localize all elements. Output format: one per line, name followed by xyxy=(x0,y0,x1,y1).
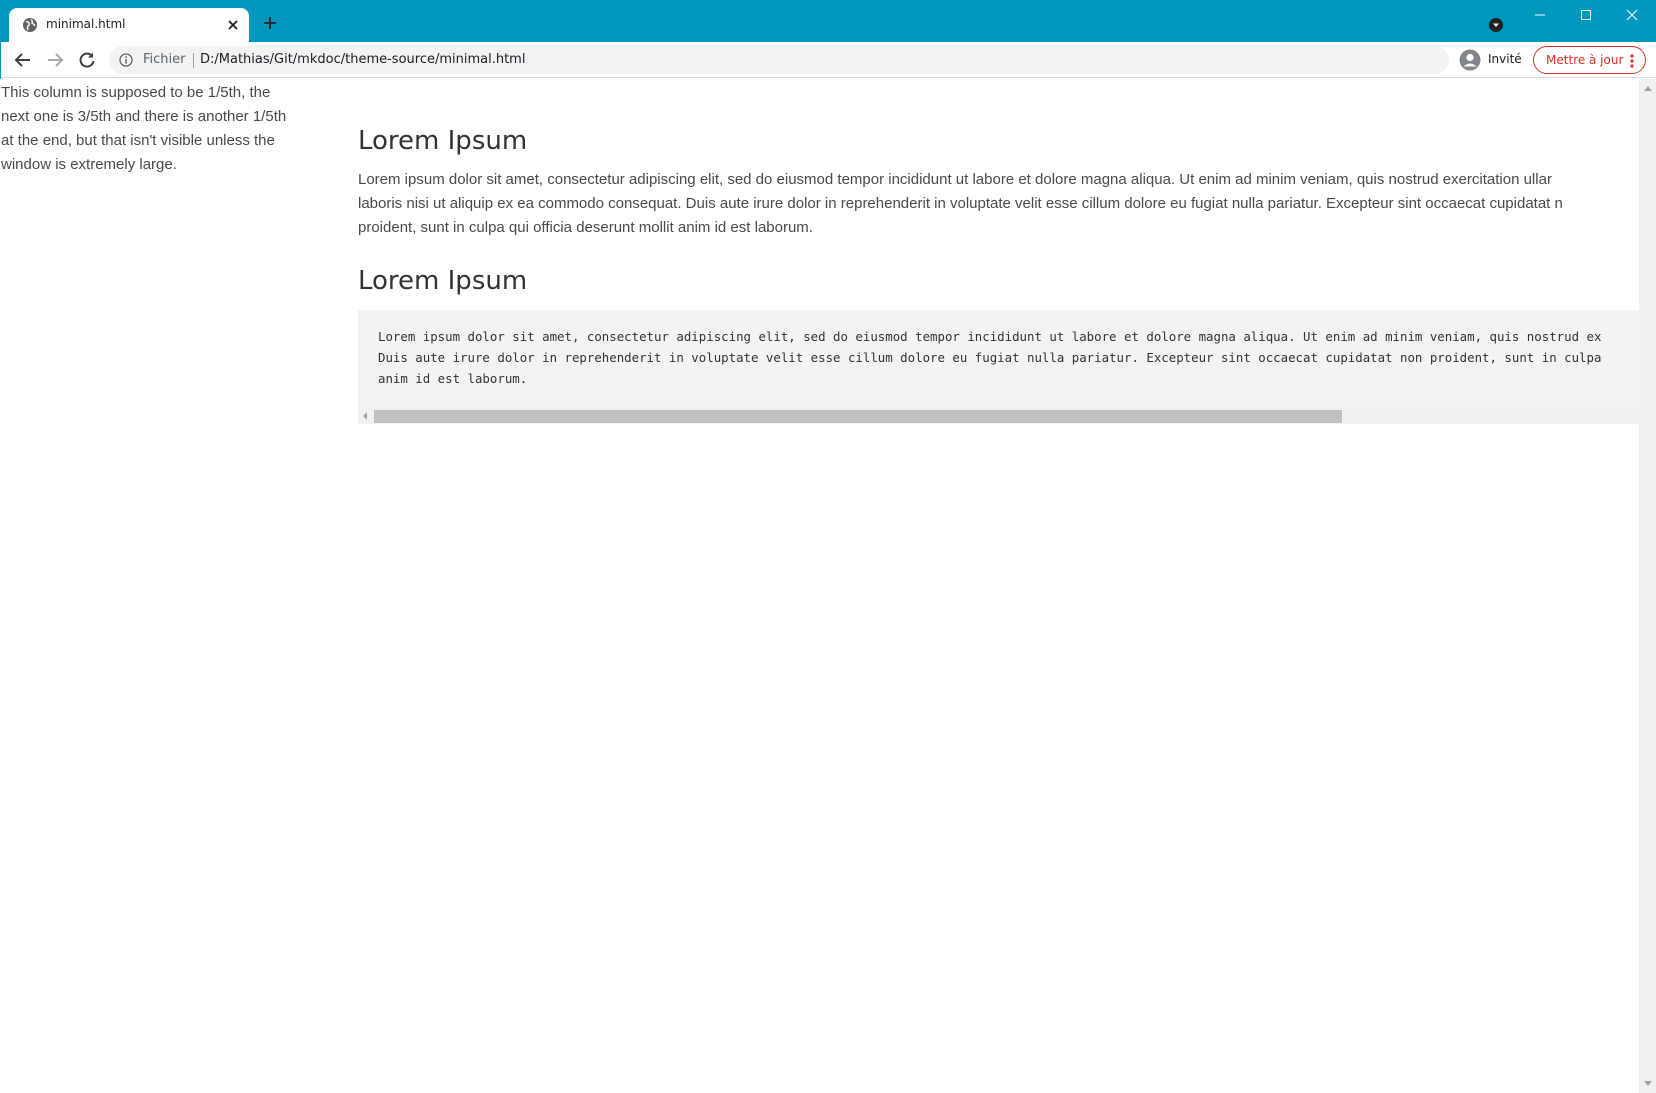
minimize-icon xyxy=(1535,14,1545,16)
main-column: Lorem Ipsum Lorem ipsum dolor sit amet, … xyxy=(358,124,1639,424)
paragraph-line: laboris nisi ut aliquip ex ea commodo co… xyxy=(358,195,1563,212)
close-icon[interactable] xyxy=(226,18,240,32)
avatar-icon xyxy=(1459,49,1481,71)
left-column-line: window is extremely large. xyxy=(1,156,177,173)
scroll-left-arrow-icon[interactable] xyxy=(362,412,368,420)
minimize-button[interactable] xyxy=(1517,0,1563,30)
profile-indicator-icon[interactable] xyxy=(1488,17,1504,33)
scroll-down-arrow-icon[interactable] xyxy=(1644,1081,1652,1087)
section-heading: Lorem Ipsum xyxy=(358,266,528,296)
browser-tab[interactable]: minimal.html xyxy=(9,8,249,42)
code-horizontal-scrollbar[interactable] xyxy=(358,408,1639,423)
scheme-label[interactable]: Fichier xyxy=(143,52,186,67)
section-heading: Lorem Ipsum xyxy=(358,126,528,156)
title-bar: minimal.html xyxy=(0,0,1656,42)
code-line: Lorem ipsum dolor sit amet, consectetur … xyxy=(378,329,1602,344)
code-block[interactable]: Lorem ipsum dolor sit amet, consectetur … xyxy=(358,310,1639,424)
page-vertical-scrollbar[interactable] xyxy=(1639,79,1656,1093)
section-paragraph: Lorem ipsum dolor sit amet, consectetur … xyxy=(358,168,1639,240)
left-column: This column is supposed to be 1/5th, the… xyxy=(1,81,321,177)
reload-icon[interactable] xyxy=(77,50,97,70)
plus-icon[interactable] xyxy=(262,15,278,31)
page-viewport: This column is supposed to be 1/5th, the… xyxy=(0,79,1639,1093)
left-column-line: at the end, but that isn't visible unles… xyxy=(1,132,275,149)
info-icon[interactable] xyxy=(119,53,133,67)
window-close-button[interactable] xyxy=(1609,0,1655,30)
paragraph-line: proident, sunt in culpa qui officia dese… xyxy=(358,219,813,236)
back-arrow-icon[interactable] xyxy=(13,50,33,70)
paragraph-line: Lorem ipsum dolor sit amet, consectetur … xyxy=(358,171,1552,188)
scrollbar-thumb[interactable] xyxy=(374,410,1342,423)
profile-name: Invité xyxy=(1488,52,1522,66)
left-column-line: This column is supposed to be 1/5th, the xyxy=(1,84,271,101)
update-label: Mettre à jour xyxy=(1546,53,1624,67)
maximize-icon xyxy=(1581,10,1591,20)
code-line: anim id est laborum. xyxy=(378,371,528,386)
left-column-line: next one is 3/5th and there is another 1… xyxy=(1,108,287,125)
window-close-icon xyxy=(1626,9,1638,21)
omnibox-separator xyxy=(193,53,194,68)
maximize-button[interactable] xyxy=(1563,0,1609,30)
url-text[interactable]: D:/Mathias/Git/mkdoc/theme-source/minima… xyxy=(200,52,525,67)
forward-arrow-icon[interactable] xyxy=(45,50,65,70)
globe-icon xyxy=(23,18,37,32)
profile-button[interactable]: Invité xyxy=(1456,46,1529,74)
address-bar[interactable]: Fichier D:/Mathias/Git/mkdoc/theme-sourc… xyxy=(109,46,1449,74)
browser-toolbar: Fichier D:/Mathias/Git/mkdoc/theme-sourc… xyxy=(0,42,1656,78)
tab-title: minimal.html xyxy=(46,17,126,31)
code-text: Lorem ipsum dolor sit amet, consectetur … xyxy=(378,326,1601,389)
kebab-menu-icon xyxy=(1630,54,1634,68)
code-line: Duis aute irure dolor in reprehenderit i… xyxy=(378,350,1602,365)
scroll-up-arrow-icon[interactable] xyxy=(1644,85,1652,91)
update-button[interactable]: Mettre à jour xyxy=(1533,46,1646,74)
